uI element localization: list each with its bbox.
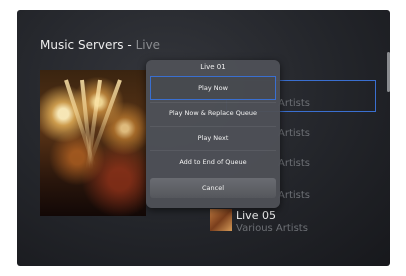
page-title: Music Servers - Live [40,38,160,52]
page-subtitle: Live [135,38,161,52]
list-item-title: Live 05 [236,209,276,222]
context-menu-dialog: Live 01 Play Now Play Now & Replace Queu… [146,60,280,208]
list-item-artist: Artists [278,128,310,139]
play-next-button[interactable]: Play Next [150,126,276,150]
album-thumbnail [210,209,232,231]
list-item-artist: Artists [278,158,310,169]
page-title-text: Music Servers [40,38,124,52]
album-art-image [40,70,146,216]
list-item-artist: Various Artists [236,223,308,234]
cancel-button[interactable]: Cancel [150,178,276,198]
page-title-separator: - [127,38,132,52]
dialog-title: Live 01 [200,63,226,71]
play-now-button[interactable]: Play Now [150,76,276,100]
play-now-replace-queue-button[interactable]: Play Now & Replace Queue [150,101,276,125]
list-item-artist: Artists [278,98,310,109]
list-item-artist: Artists [278,190,310,201]
add-to-end-of-queue-button[interactable]: Add to End of Queue [150,150,276,174]
scrollbar[interactable] [387,52,390,92]
